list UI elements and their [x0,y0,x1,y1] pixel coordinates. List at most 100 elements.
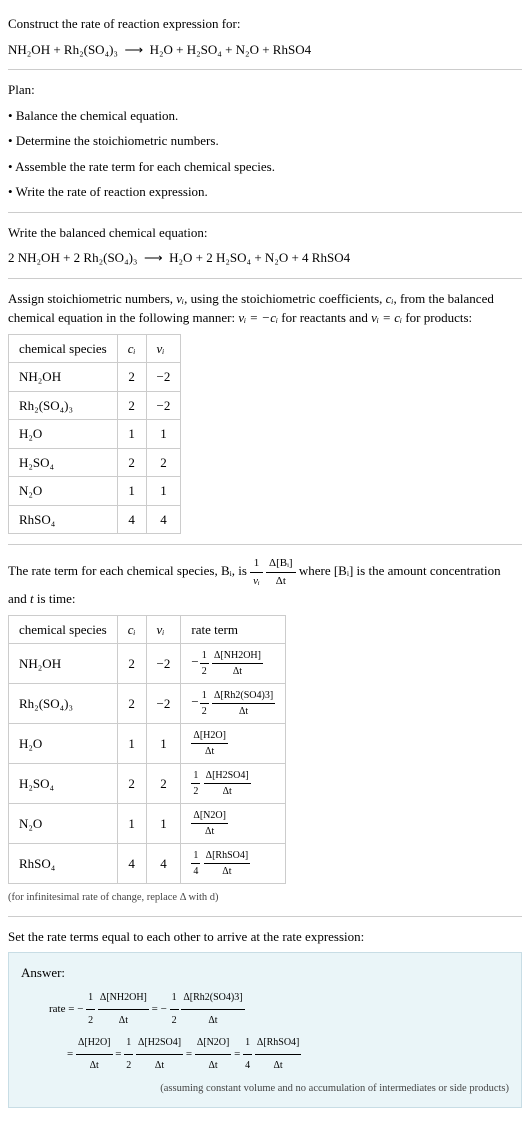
table-row: RhSO₄44 [9,505,181,534]
cell-species: H₂SO₄ [9,448,118,477]
cell-nu: 4 [146,844,181,884]
rate-term-intro: The rate term for each chemical species,… [8,555,522,609]
plan-item-text: Determine the stoichiometric numbers. [16,133,219,148]
denominator: Δt [266,573,296,590]
minus-icon: − [191,654,198,669]
unbalanced-equation: NH₂OH + Rh₂(SO₄)₃ ⟶ H₂O + H₂SO₄ + N₂O + … [8,40,522,60]
numerator: 1 [250,555,263,573]
cell-c: 2 [117,764,146,804]
numerator: Δ[RhSO4] [204,848,251,864]
col-nui: νᵢ [146,615,181,644]
denominator: Δt [98,1010,149,1032]
denominator: Δt [204,864,251,879]
coef-frac: 12 [86,987,95,1032]
stoich-table: chemical species cᵢ νᵢ NH₂OH2−2 Rh₂(SO₄)… [8,334,181,535]
table-row: Rh₂(SO₄)₃2−2 [9,391,181,420]
minus-icon: − [161,1003,167,1015]
conc-frac: Δ[H2O]Δt [76,1032,113,1077]
cell-c: 2 [117,644,146,684]
cell-c: 1 [117,420,146,449]
conc-frac: Δ[N2O]Δt [191,808,228,839]
conc-frac: Δ[Rh2(SO4)3]Δt [212,688,275,719]
cell-c: 2 [117,363,146,392]
rate-word: rate = [49,1003,77,1015]
text: cᵢ [128,622,136,637]
denominator: Δt [136,1055,183,1077]
c-i: cᵢ [386,291,394,306]
text: , using the stoichiometric coefficients, [184,291,386,306]
table-row: Rh₂(SO₄)₃ 2 −2 −12 Δ[Rh2(SO4)3]Δt [9,684,286,724]
numerator: 1 [170,987,179,1010]
table-row: H₂SO₄22 [9,448,181,477]
conc-frac: Δ[NH2OH]Δt [212,648,263,679]
cell-c: 1 [117,724,146,764]
cell-species: RhSO₄ [9,844,118,884]
coef-frac: 14 [191,848,200,879]
table-row: RhSO₄ 4 4 14 Δ[RhSO4]Δt [9,844,286,884]
divider [8,916,522,917]
cell-nu: 4 [146,505,181,534]
divider [8,212,522,213]
numerator: 1 [86,987,95,1010]
conc-frac: Δ[Rh2(SO4)3]Δt [181,987,244,1032]
cell-species: Rh₂(SO₄)₃ [9,684,118,724]
denominator: 2 [170,1010,179,1032]
text: The rate term for each chemical species,… [8,563,250,578]
text: is time: [34,591,76,606]
equals: = [115,1048,124,1060]
equals: = [234,1048,243,1060]
table-header-row: chemical species cᵢ νᵢ rate term [9,615,286,644]
table-row: NH₂OH 2 −2 −12 Δ[NH2OH]Δt [9,644,286,684]
numerator: Δ[NH2OH] [98,987,149,1010]
minus-icon: − [191,694,198,709]
conc-frac: Δ[N2O]Δt [195,1032,232,1077]
conc-frac: Δ[H2O]Δt [191,728,228,759]
numerator: Δ[H2SO4] [136,1032,183,1055]
denominator: Δt [76,1055,113,1077]
numerator: Δ[RhSO4] [255,1032,302,1055]
cell-c: 1 [117,804,146,844]
denominator: 4 [191,864,200,879]
col-nui: νᵢ [146,334,181,363]
rate-expression-line-1: rate = − 12 Δ[NH2OH]Δt = − 12 Δ[Rh2(SO4)… [21,987,509,1032]
denominator: 2 [200,704,209,719]
plan-item-text: Write the rate of reaction expression. [16,184,208,199]
text: cᵢ [128,341,136,356]
eq-rhs: H₂O + 2 H₂SO₄ + N₂O + 4 RhSO4 [169,250,350,265]
conc-frac: Δ[RhSO4]Δt [255,1032,302,1077]
answer-box: Answer: rate = − 12 Δ[NH2OH]Δt = − 12 Δ[… [8,952,522,1107]
cell-species: RhSO₄ [9,505,118,534]
relation: νᵢ = cᵢ [371,310,402,325]
answer-label: Answer: [21,963,509,983]
numerator: Δ[Rh2(SO4)3] [212,688,275,704]
conc-frac: Δ[H2SO4]Δt [204,768,251,799]
cell-nu: 2 [146,764,181,804]
denominator: 2 [191,784,200,799]
cell-c: 4 [117,505,146,534]
denominator: Δt [212,704,275,719]
minus-icon: − [77,1003,83,1015]
text: for reactants and [278,310,371,325]
cell-c: 1 [117,477,146,506]
cell-nu: 1 [146,804,181,844]
denominator: Δt [195,1055,232,1077]
coef-frac: 12 [191,768,200,799]
cell-species: Rh₂(SO₄)₃ [9,391,118,420]
plan-heading: Plan: [8,80,522,100]
denominator: 2 [86,1010,95,1032]
cell-rate-term: Δ[H2O]Δt [181,724,286,764]
eq-lhs: NH₂OH + Rh₂(SO₄)₃ [8,42,118,57]
denominator: Δt [255,1055,302,1077]
cell-rate-term: 14 Δ[RhSO4]Δt [181,844,286,884]
infinitesimal-note: (for infinitesimal rate of change, repla… [8,890,522,906]
rate-term-table: chemical species cᵢ νᵢ rate term NH₂OH 2… [8,615,286,885]
table-row: H₂O 1 1 Δ[H2O]Δt [9,724,286,764]
numerator: Δ[Rh2(SO4)3] [181,987,244,1010]
cell-nu: −2 [146,684,181,724]
rate-expression-line-2: = Δ[H2O]Δt = 12 Δ[H2SO4]Δt = Δ[N2O]Δt = … [21,1032,509,1077]
col-ci: cᵢ [117,615,146,644]
cell-species: NH₂OH [9,644,118,684]
cell-species: H₂O [9,724,118,764]
final-prompt: Set the rate terms equal to each other t… [8,927,522,947]
numerator: Δ[Bᵢ] [266,555,296,573]
